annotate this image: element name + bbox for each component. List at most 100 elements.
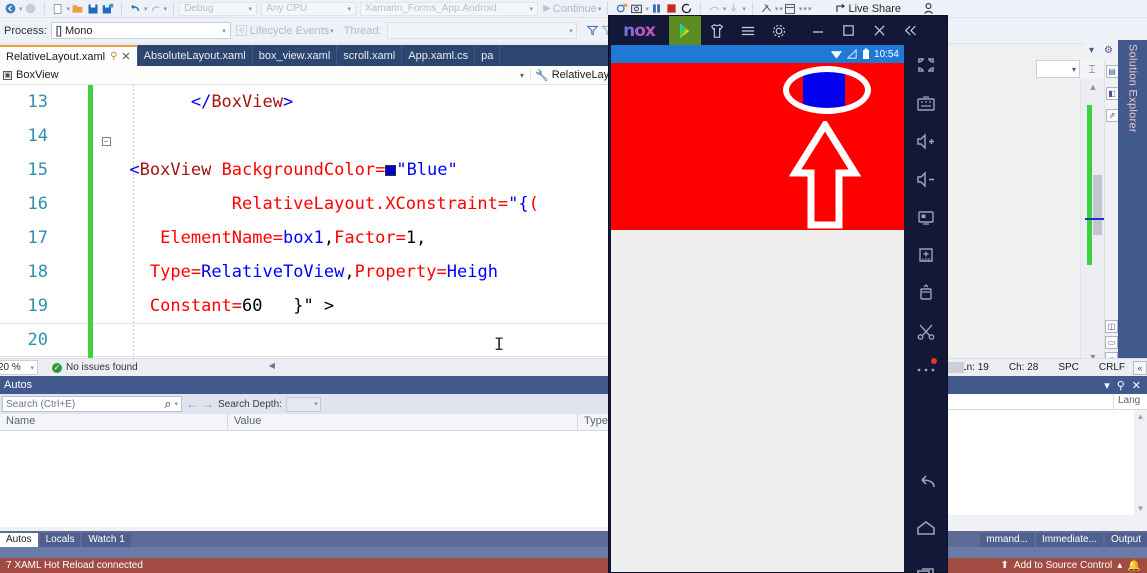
pause-icon[interactable] — [649, 1, 664, 16]
thread-combo[interactable]: ▾ — [386, 22, 577, 39]
chevron-down-icon[interactable]: ▾ — [1104, 379, 1110, 392]
pin-icon[interactable]: ⚲ — [1117, 379, 1125, 392]
issues-indicator[interactable]: ✓ No issues found — [52, 362, 138, 373]
undo-icon[interactable] — [128, 1, 143, 16]
code-line[interactable]: 20 — [0, 323, 620, 357]
add-to-source-control-label[interactable]: Add to Source Control — [1014, 560, 1112, 571]
collapse-icon[interactable]: « — [1133, 360, 1147, 375]
zoom-combo[interactable]: 20 % ▾ — [0, 360, 38, 375]
chevron-up-icon[interactable]: ▴ — [1117, 560, 1122, 571]
filter-icon[interactable] — [585, 23, 600, 38]
split-view-icon[interactable]: ◫ — [1105, 320, 1118, 333]
recents-icon[interactable] — [911, 563, 941, 573]
tab-locals[interactable]: Locals — [39, 533, 81, 547]
code-line[interactable]: 19 Constant=60 }" > — [0, 289, 620, 323]
pin-icon[interactable]: ⚲ — [110, 51, 117, 62]
search-depth-combo[interactable]: ▾ — [285, 396, 321, 412]
attach-process-icon[interactable] — [614, 1, 629, 16]
column-header-value[interactable]: Value — [228, 414, 578, 430]
android-screen[interactable]: 10:54 — [611, 45, 904, 572]
restart-icon[interactable] — [679, 1, 694, 16]
collapse-icon[interactable] — [895, 16, 926, 45]
code-line[interactable]: 17 ElementName=box1,Factor=1, — [0, 221, 620, 255]
save-icon[interactable] — [85, 1, 100, 16]
scroll-up-arrow-icon[interactable]: ▲ — [1081, 80, 1105, 94]
search-input[interactable]: Search (Ctrl+E) ⌕ ▾ — [2, 396, 182, 412]
volume-up-icon[interactable] — [911, 129, 941, 153]
gear-icon[interactable]: ⚙ — [1104, 45, 1113, 56]
hot-reload-icon[interactable] — [759, 1, 774, 16]
search-next-icon[interactable]: → — [202, 397, 214, 411]
keyboard-icon[interactable] — [911, 91, 941, 115]
solution-explorer-tab[interactable]: Solution Explorer — [1118, 40, 1147, 376]
lifecycle-events-dropdown[interactable]: ⟲ Lifecycle Events ▾ — [235, 25, 334, 37]
screenshot-icon[interactable] — [629, 1, 644, 16]
tab-app-xaml-cs[interactable]: App.xaml.cs — [402, 45, 476, 66]
continue-label[interactable]: Continue — [553, 3, 597, 15]
autos-grid-body[interactable] — [0, 431, 620, 527]
search-prev-icon[interactable]: ← — [186, 397, 198, 411]
more-icon[interactable] — [911, 357, 941, 381]
code-line[interactable]: 16 RelativeLayout.XConstraint="{( — [0, 187, 620, 221]
user-account-icon[interactable] — [921, 1, 936, 16]
back-icon[interactable] — [911, 471, 941, 495]
fullscreen-icon[interactable] — [911, 53, 941, 77]
menu-icon[interactable] — [732, 16, 763, 45]
code-line[interactable]: 15 <BoxView BackgroundColor= "Blue" — [0, 153, 620, 187]
open-external-icon[interactable]: ⇗ — [1105, 109, 1119, 122]
tab-relativelayout-xaml[interactable]: RelativeLayout.xaml ⚲ ✕ — [0, 45, 138, 66]
toolbox-icon[interactable]: ◧ — [1105, 87, 1119, 100]
continue-play-icon[interactable]: ▶ — [543, 3, 551, 14]
spaces-indicator[interactable]: SPC — [1058, 362, 1079, 373]
notifications-icon[interactable]: 🔔 — [1127, 559, 1141, 572]
nox-title-bar[interactable]: nox — [609, 16, 947, 45]
minimize-icon[interactable] — [802, 16, 833, 45]
chevron-down-icon[interactable]: ▾ — [520, 71, 524, 80]
right-panel-scrollbar[interactable]: ▲ ▼ — [1134, 410, 1147, 515]
tshirt-icon[interactable] — [701, 16, 732, 45]
scrollbar-thumb[interactable] — [1093, 175, 1102, 235]
tab-autos[interactable]: Autos — [0, 533, 38, 547]
eol-indicator[interactable]: CRLF — [1099, 362, 1125, 373]
layout-icon[interactable] — [783, 1, 798, 16]
process-combo[interactable]: [] Mono ▾ — [50, 22, 231, 39]
tab-scroll-xaml[interactable]: scroll.xaml — [337, 45, 403, 66]
tab-box-view-xaml[interactable]: box_view.xaml — [253, 45, 338, 66]
maximize-icon[interactable] — [833, 16, 864, 45]
breadcrumb-member-dropdown[interactable]: 🔧 RelativeLay — [530, 68, 620, 82]
code-line[interactable]: 14 — [0, 119, 620, 153]
stop-icon[interactable] — [664, 1, 679, 16]
close-icon[interactable]: ✕ — [121, 50, 130, 63]
volume-down-icon[interactable] — [911, 167, 941, 191]
live-share-label[interactable]: Live Share — [848, 3, 901, 15]
screenshot-icon[interactable] — [911, 205, 941, 229]
scissors-icon[interactable] — [911, 319, 941, 343]
right-panel-body[interactable]: ▲ ▼ — [930, 410, 1147, 515]
close-icon[interactable] — [864, 16, 895, 45]
scroll-up-arrow-icon[interactable]: ▲ — [1137, 412, 1145, 421]
continue-caret-icon[interactable]: ▾ — [598, 5, 602, 13]
column-header-lang[interactable]: Lang — [1113, 394, 1147, 409]
code-line[interactable]: 18 Type=RelativeToView,Property=Heigh — [0, 255, 620, 289]
open-file-icon[interactable] — [70, 1, 85, 16]
startup-project-combo[interactable]: Xamarin_Forms_App.Android ▾ — [360, 1, 539, 16]
chevron-down-icon[interactable]: ▾ — [1089, 45, 1094, 56]
layout-caret-icon[interactable]: ▾ — [799, 5, 803, 13]
scroll-down-arrow-icon[interactable]: ▼ — [1137, 504, 1145, 513]
play-store-icon[interactable] — [669, 16, 701, 45]
search-icon-group[interactable]: ⌕ ▾ — [164, 396, 178, 412]
gear-icon[interactable] — [763, 16, 794, 45]
tab-absolutelayout-xaml[interactable]: AbsoluteLayout.xaml — [138, 45, 253, 66]
code-line[interactable]: 13 </BoxView> — [0, 85, 620, 119]
code-editor[interactable]: − 13 </BoxView> 14 15 <BoxView BackgroundC… — [0, 85, 620, 358]
tab-watch1[interactable]: Watch 1 — [82, 533, 131, 547]
home-icon[interactable] — [911, 517, 941, 541]
tab-pa[interactable]: pa — [475, 45, 501, 66]
live-share-icon[interactable] — [833, 1, 848, 16]
redo-caret-icon[interactable]: ▾ — [164, 5, 168, 13]
column-header-name[interactable]: Name — [0, 414, 228, 430]
minimize-window-icon[interactable]: ▭ — [1105, 336, 1118, 349]
tab-output-window[interactable]: Output — [1104, 533, 1147, 547]
properties-window-icon[interactable]: ▤ — [1105, 65, 1119, 78]
save-all-icon[interactable] — [100, 1, 115, 16]
